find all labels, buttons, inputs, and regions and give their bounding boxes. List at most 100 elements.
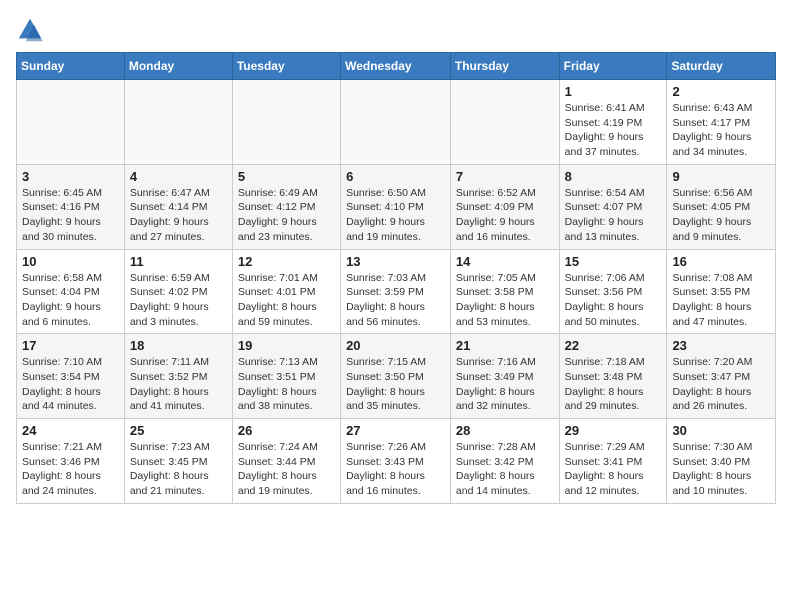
- day-number: 27: [346, 423, 445, 438]
- day-number: 15: [565, 254, 662, 269]
- day-cell: 22Sunrise: 7:18 AM Sunset: 3:48 PM Dayli…: [559, 334, 667, 419]
- day-cell: 27 Sunrise: 7:26 AM Sunset: 3:43 PM Dayli…: [341, 419, 451, 504]
- day-number: 5: [238, 169, 335, 184]
- day-cell: 25 Sunrise: 7:23 AM Sunset: 3:45 PM Dayli…: [124, 419, 232, 504]
- day-number: 14: [456, 254, 554, 269]
- day-info: Sunrise: 7:06 AM Sunset: 3:56 PM Dayligh…: [565, 271, 662, 330]
- day-cell: 23Sunrise: 7:20 AM Sunset: 3:47 PM Dayli…: [667, 334, 776, 419]
- day-info: Sunrise: 6:49 AM Sunset: 4:12 PM Dayligh…: [238, 186, 335, 245]
- day-cell: 8 Sunrise: 6:54 AM Sunset: 4:07 PM Daylig…: [559, 164, 667, 249]
- day-info: Sunrise: 7:11 AM Sunset: 3:52 PM Dayligh…: [130, 355, 227, 414]
- week-row-1: 1Sunrise: 6:41 AM Sunset: 4:19 PM Daylig…: [17, 80, 776, 165]
- col-header-saturday: Saturday: [667, 53, 776, 80]
- day-cell: 26Sunrise: 7:24 AM Sunset: 3:44 PM Dayli…: [232, 419, 340, 504]
- day-info: Sunrise: 7:10 AM Sunset: 3:54 PM Dayligh…: [22, 355, 119, 414]
- day-cell: 11 Sunrise: 6:59 AM Sunset: 4:02 PM Dayli…: [124, 249, 232, 334]
- day-number: 17: [22, 338, 119, 353]
- day-number: 9: [672, 169, 770, 184]
- day-number: 24: [22, 423, 119, 438]
- day-number: 28: [456, 423, 554, 438]
- day-cell: 20 Sunrise: 7:15 AM Sunset: 3:50 PM Dayli…: [341, 334, 451, 419]
- day-cell: 6 Sunrise: 6:50 AM Sunset: 4:10 PM Daylig…: [341, 164, 451, 249]
- day-info: Sunrise: 6:41 AM Sunset: 4:19 PM Dayligh…: [565, 101, 662, 160]
- day-cell: 15 Sunrise: 7:06 AM Sunset: 3:56 PM Dayli…: [559, 249, 667, 334]
- day-info: Sunrise: 7:26 AM Sunset: 3:43 PM Dayligh…: [346, 440, 445, 499]
- logo-icon: [16, 16, 44, 44]
- header: [16, 16, 776, 44]
- week-row-3: 10 Sunrise: 6:58 AM Sunset: 4:04 PM Dayli…: [17, 249, 776, 334]
- col-header-thursday: Thursday: [450, 53, 559, 80]
- week-row-4: 17 Sunrise: 7:10 AM Sunset: 3:54 PM Dayli…: [17, 334, 776, 419]
- day-cell: 12 Sunrise: 7:01 AM Sunset: 4:01 PM Dayli…: [232, 249, 340, 334]
- day-number: 26: [238, 423, 335, 438]
- day-info: Sunrise: 6:54 AM Sunset: 4:07 PM Dayligh…: [565, 186, 662, 245]
- day-number: 20: [346, 338, 445, 353]
- day-number: 13: [346, 254, 445, 269]
- day-info: Sunrise: 6:58 AM Sunset: 4:04 PM Dayligh…: [22, 271, 119, 330]
- day-cell: 21 Sunrise: 7:16 AM Sunset: 3:49 PM Dayli…: [450, 334, 559, 419]
- day-cell: 28 Sunrise: 7:28 AM Sunset: 3:42 PM Dayli…: [450, 419, 559, 504]
- day-info: Sunrise: 6:56 AM Sunset: 4:05 PM Dayligh…: [672, 186, 770, 245]
- col-header-tuesday: Tuesday: [232, 53, 340, 80]
- col-header-wednesday: Wednesday: [341, 53, 451, 80]
- day-cell: [450, 80, 559, 165]
- day-number: 16: [672, 254, 770, 269]
- day-info: Sunrise: 7:15 AM Sunset: 3:50 PM Dayligh…: [346, 355, 445, 414]
- day-info: Sunrise: 7:03 AM Sunset: 3:59 PM Dayligh…: [346, 271, 445, 330]
- logo: [16, 16, 48, 44]
- day-number: 30: [672, 423, 770, 438]
- day-number: 21: [456, 338, 554, 353]
- day-info: Sunrise: 7:05 AM Sunset: 3:58 PM Dayligh…: [456, 271, 554, 330]
- day-number: 18: [130, 338, 227, 353]
- day-number: 10: [22, 254, 119, 269]
- day-cell: 5 Sunrise: 6:49 AM Sunset: 4:12 PM Daylig…: [232, 164, 340, 249]
- day-number: 11: [130, 254, 227, 269]
- day-info: Sunrise: 6:59 AM Sunset: 4:02 PM Dayligh…: [130, 271, 227, 330]
- day-cell: [17, 80, 125, 165]
- day-info: Sunrise: 7:28 AM Sunset: 3:42 PM Dayligh…: [456, 440, 554, 499]
- day-info: Sunrise: 7:13 AM Sunset: 3:51 PM Dayligh…: [238, 355, 335, 414]
- day-info: Sunrise: 6:50 AM Sunset: 4:10 PM Dayligh…: [346, 186, 445, 245]
- day-info: Sunrise: 7:29 AM Sunset: 3:41 PM Dayligh…: [565, 440, 662, 499]
- day-cell: 30 Sunrise: 7:30 AM Sunset: 3:40 PM Dayli…: [667, 419, 776, 504]
- day-info: Sunrise: 7:16 AM Sunset: 3:49 PM Dayligh…: [456, 355, 554, 414]
- day-cell: [341, 80, 451, 165]
- day-info: Sunrise: 7:01 AM Sunset: 4:01 PM Dayligh…: [238, 271, 335, 330]
- day-number: 25: [130, 423, 227, 438]
- day-cell: 18 Sunrise: 7:11 AM Sunset: 3:52 PM Dayli…: [124, 334, 232, 419]
- week-row-5: 24 Sunrise: 7:21 AM Sunset: 3:46 PM Dayli…: [17, 419, 776, 504]
- day-cell: 3 Sunrise: 6:45 AM Sunset: 4:16 PM Daylig…: [17, 164, 125, 249]
- day-cell: 13 Sunrise: 7:03 AM Sunset: 3:59 PM Dayli…: [341, 249, 451, 334]
- day-cell: 16 Sunrise: 7:08 AM Sunset: 3:55 PM Dayli…: [667, 249, 776, 334]
- day-number: 23: [672, 338, 770, 353]
- day-cell: 19 Sunrise: 7:13 AM Sunset: 3:51 PM Dayli…: [232, 334, 340, 419]
- day-cell: 9 Sunrise: 6:56 AM Sunset: 4:05 PM Daylig…: [667, 164, 776, 249]
- day-number: 2: [672, 84, 770, 99]
- col-header-sunday: Sunday: [17, 53, 125, 80]
- col-header-friday: Friday: [559, 53, 667, 80]
- day-cell: 7Sunrise: 6:52 AM Sunset: 4:09 PM Daylig…: [450, 164, 559, 249]
- day-info: Sunrise: 7:21 AM Sunset: 3:46 PM Dayligh…: [22, 440, 119, 499]
- day-number: 3: [22, 169, 119, 184]
- day-number: 12: [238, 254, 335, 269]
- day-cell: 29Sunrise: 7:29 AM Sunset: 3:41 PM Dayli…: [559, 419, 667, 504]
- day-info: Sunrise: 7:08 AM Sunset: 3:55 PM Dayligh…: [672, 271, 770, 330]
- day-info: Sunrise: 6:47 AM Sunset: 4:14 PM Dayligh…: [130, 186, 227, 245]
- day-number: 19: [238, 338, 335, 353]
- day-cell: 4 Sunrise: 6:47 AM Sunset: 4:14 PM Daylig…: [124, 164, 232, 249]
- day-cell: [124, 80, 232, 165]
- day-info: Sunrise: 7:30 AM Sunset: 3:40 PM Dayligh…: [672, 440, 770, 499]
- day-number: 8: [565, 169, 662, 184]
- day-number: 22: [565, 338, 662, 353]
- day-cell: 2 Sunrise: 6:43 AM Sunset: 4:17 PM Daylig…: [667, 80, 776, 165]
- calendar-table: SundayMondayTuesdayWednesdayThursdayFrid…: [16, 52, 776, 504]
- day-cell: 17 Sunrise: 7:10 AM Sunset: 3:54 PM Dayli…: [17, 334, 125, 419]
- day-info: Sunrise: 6:43 AM Sunset: 4:17 PM Dayligh…: [672, 101, 770, 160]
- day-number: 7: [456, 169, 554, 184]
- day-number: 4: [130, 169, 227, 184]
- day-number: 6: [346, 169, 445, 184]
- day-info: Sunrise: 6:45 AM Sunset: 4:16 PM Dayligh…: [22, 186, 119, 245]
- week-row-2: 3 Sunrise: 6:45 AM Sunset: 4:16 PM Daylig…: [17, 164, 776, 249]
- day-cell: 14 Sunrise: 7:05 AM Sunset: 3:58 PM Dayli…: [450, 249, 559, 334]
- day-info: Sunrise: 7:23 AM Sunset: 3:45 PM Dayligh…: [130, 440, 227, 499]
